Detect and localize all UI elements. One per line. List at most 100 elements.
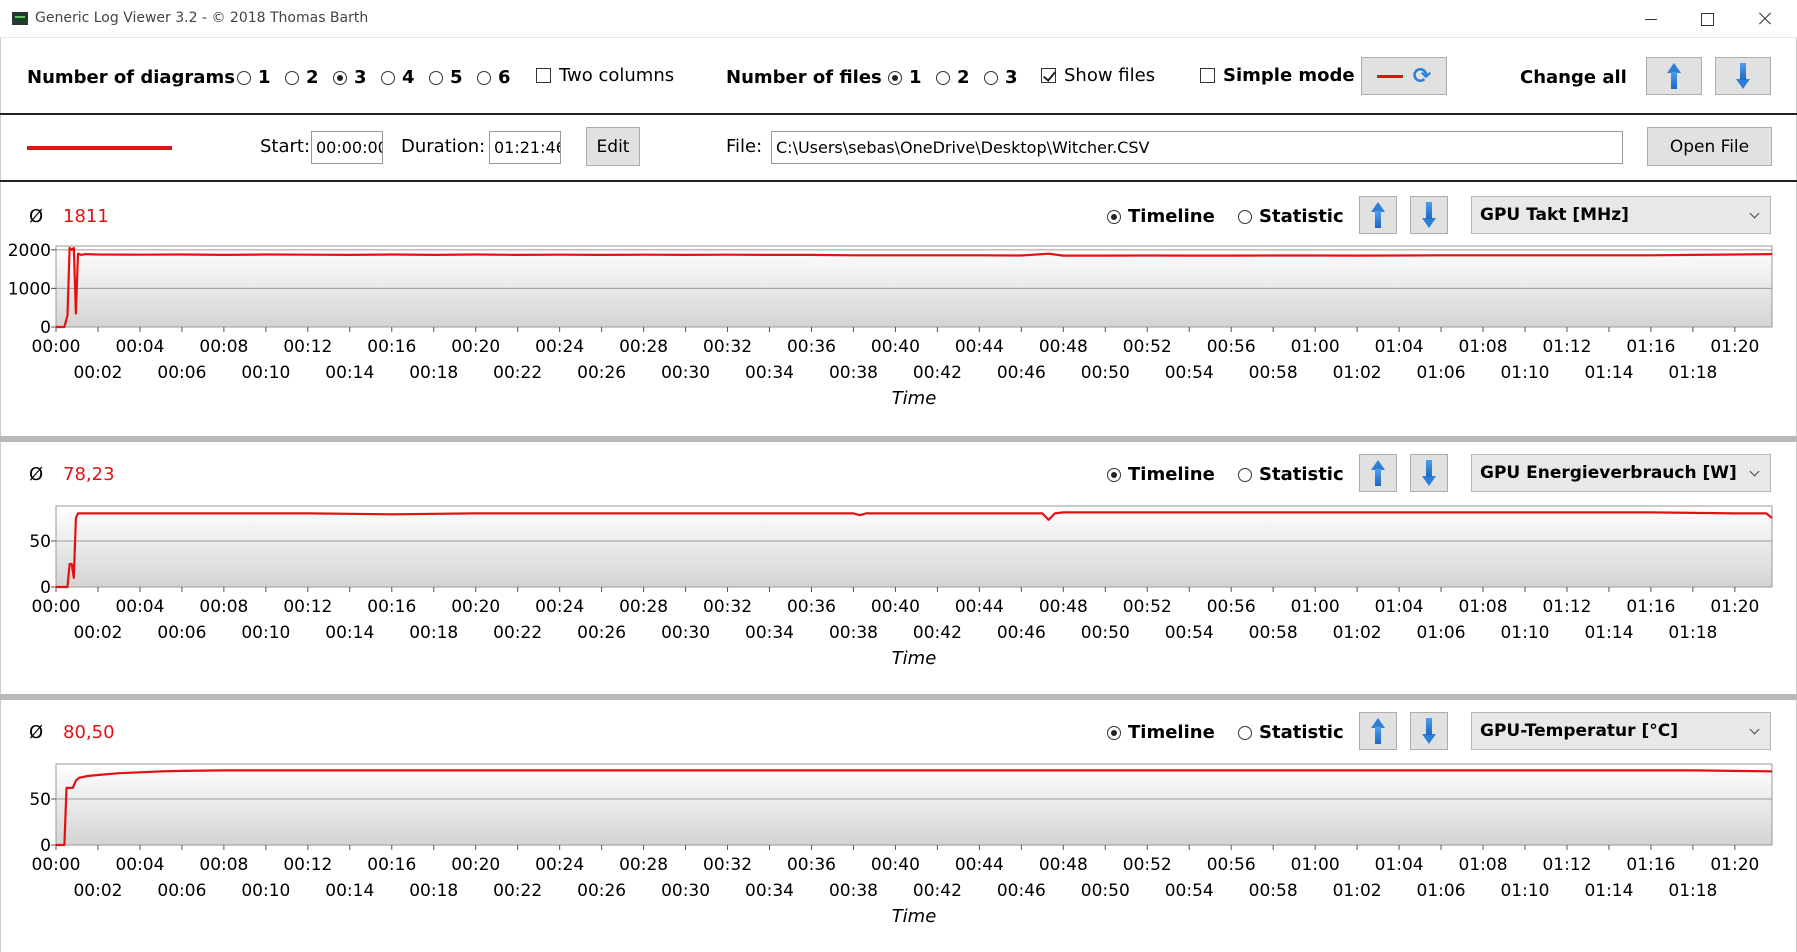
diagrams-radio-6[interactable]: 6: [477, 67, 511, 88]
x-tick-label: 00:58: [1249, 363, 1298, 383]
x-tick-label: 00:42: [913, 623, 962, 643]
radio-icon[interactable]: [381, 70, 395, 85]
red-line-icon: [1376, 74, 1403, 78]
x-tick-label: 00:08: [199, 337, 248, 357]
x-tick-label: 01:00: [1291, 597, 1340, 617]
simple-mode-checkbox[interactable]: Simple mode: [1200, 65, 1355, 86]
start-input[interactable]: 00:00:00: [311, 131, 383, 164]
y-tick-label: 2000: [8, 241, 51, 261]
x-tick-label: 00:16: [367, 337, 416, 357]
move-all-up-button[interactable]: [1646, 57, 1702, 95]
radio-icon[interactable]: [285, 70, 299, 85]
x-tick-label: 01:16: [1626, 337, 1675, 357]
edit-button[interactable]: Edit: [586, 127, 640, 166]
file-row: Start: 00:00:00 Duration: 01:21:46 Edit …: [0, 115, 1797, 180]
files-radio-1[interactable]: 1: [888, 67, 922, 88]
radio-icon[interactable]: [429, 70, 443, 85]
plot-area: [55, 505, 1773, 588]
checkbox-icon[interactable]: [536, 68, 551, 83]
x-tick-label: 00:20: [451, 855, 500, 875]
diagrams-radio-3[interactable]: 3: [333, 67, 367, 88]
radio-selected-icon[interactable]: [333, 70, 347, 85]
duration-label: Duration:: [401, 136, 486, 157]
x-tick-label: 00:30: [661, 363, 710, 383]
x-tick-label: 00:38: [829, 881, 878, 901]
maximize-button[interactable]: [1680, 0, 1732, 38]
x-axis-title: Time: [892, 648, 937, 669]
x-tick-label: 01:04: [1375, 337, 1424, 357]
x-tick-label: 00:22: [493, 881, 542, 901]
x-tick-label: 00:52: [1123, 337, 1172, 357]
radio-icon[interactable]: [237, 70, 251, 85]
num-diagrams-label: Number of diagrams: [27, 67, 235, 88]
diagrams-radio-4[interactable]: 4: [381, 67, 415, 88]
close-button[interactable]: [1738, 0, 1790, 38]
diagrams-radio-5[interactable]: 5: [429, 67, 463, 88]
change-all-label: Change all: [1520, 67, 1627, 88]
x-tick-label: 00:44: [955, 855, 1004, 875]
toolbar: Number of diagrams 1 2 3 4 5 6 Two colum…: [0, 38, 1797, 114]
x-tick-label: 00:20: [451, 337, 500, 357]
x-tick-label: 00:26: [577, 881, 626, 901]
radio-icon[interactable]: [477, 70, 491, 85]
x-tick-label: 00:30: [661, 623, 710, 643]
x-tick-label: 01:08: [1459, 855, 1508, 875]
x-tick-label: 01:16: [1626, 597, 1675, 617]
x-tick-label: 00:32: [703, 597, 752, 617]
diagram-3: Ø 80,50 Timeline Statistic GPU-Temperatu…: [0, 700, 1797, 952]
y-tick-label: 0: [40, 836, 51, 856]
file-path-input[interactable]: C:\Users\sebas\OneDrive\Desktop\Witcher.…: [771, 131, 1623, 164]
x-tick-label: 00:04: [115, 597, 164, 617]
x-tick-label: 01:02: [1333, 623, 1382, 643]
x-tick-label: 00:04: [115, 337, 164, 357]
x-tick-label: 00:38: [829, 623, 878, 643]
minimize-button[interactable]: [1624, 0, 1676, 38]
x-tick-label: 00:46: [997, 623, 1046, 643]
x-tick-label: 00:54: [1165, 881, 1214, 901]
x-tick-label: 00:40: [871, 337, 920, 357]
x-tick-label: 00:22: [493, 623, 542, 643]
x-tick-label: 00:22: [493, 363, 542, 383]
x-tick-label: 00:10: [241, 623, 290, 643]
x-tick-label: 01:12: [1542, 597, 1591, 617]
x-tick-label: 00:44: [955, 597, 1004, 617]
x-tick-label: 00:48: [1039, 597, 1088, 617]
x-tick-label: 00:26: [577, 363, 626, 383]
duration-input[interactable]: 01:21:46: [489, 131, 561, 164]
files-radio-3[interactable]: 3: [984, 67, 1018, 88]
x-tick-label: 00:36: [787, 337, 836, 357]
x-tick-label: 01:10: [1500, 881, 1549, 901]
x-tick-label: 00:58: [1249, 623, 1298, 643]
x-tick-label: 00:30: [661, 881, 710, 901]
x-tick-label: 01:12: [1542, 337, 1591, 357]
files-radio-2[interactable]: 2: [936, 67, 970, 88]
radio-icon[interactable]: [936, 70, 950, 85]
open-file-button[interactable]: Open File: [1647, 127, 1772, 166]
x-tick-label: 01:20: [1710, 597, 1759, 617]
chart-gpu-temperature: 0 50 00:00 00:02 00:04 00:06 00:08 00:10 00:12 00…: [29, 763, 1773, 927]
diagrams-radio-2[interactable]: 2: [285, 67, 319, 88]
x-tick-label: 00:20: [451, 597, 500, 617]
file-line-color-swatch[interactable]: [27, 146, 172, 150]
checkbox-icon[interactable]: [1200, 68, 1215, 83]
x-tick-label: 00:16: [367, 855, 416, 875]
show-files-checkbox[interactable]: Show files: [1041, 65, 1155, 86]
x-tick-label: 00:48: [1039, 337, 1088, 357]
radio-icon[interactable]: [984, 70, 998, 85]
x-tick-label: 00:28: [619, 855, 668, 875]
x-tick-label: 01:06: [1417, 623, 1466, 643]
two-columns-checkbox[interactable]: Two columns: [536, 65, 674, 86]
checkbox-checked-icon[interactable]: [1041, 68, 1056, 83]
y-tick-label: 0: [40, 318, 51, 338]
diagrams-radio-1[interactable]: 1: [237, 67, 271, 88]
x-tick-label: 01:14: [1584, 623, 1633, 643]
radio-selected-icon[interactable]: [888, 70, 902, 85]
x-tick-label: 00:54: [1165, 363, 1214, 383]
x-tick-label: 00:14: [325, 363, 374, 383]
diagram-2: Ø 78,23 Timeline Statistic GPU Energieve…: [0, 442, 1797, 694]
chart-gpu-clock: 0 1000 2000 00:00 00:02 00:04 00:06 00:08 00:10 0…: [8, 241, 1773, 409]
x-tick-label: 00:46: [997, 881, 1046, 901]
move-all-down-button[interactable]: [1715, 57, 1771, 95]
line-style-refresh-button[interactable]: ⟳: [1361, 57, 1447, 95]
x-tick-label: 00:28: [619, 337, 668, 357]
